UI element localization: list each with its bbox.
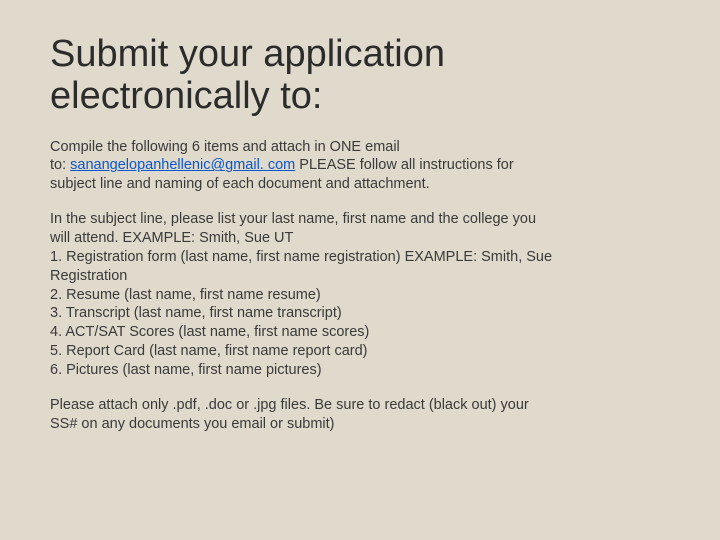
intro-line-2: to: sanangelopanhellenic@gmail. com PLEA… bbox=[50, 156, 670, 175]
item-5: 5. Report Card (last name, first name re… bbox=[50, 342, 670, 361]
item-1: 1. Registration form (last name, first n… bbox=[50, 248, 670, 267]
slide: Submit your application electronically t… bbox=[0, 0, 720, 540]
page-title: Submit your application electronically t… bbox=[50, 34, 670, 118]
intro-line-2-prefix: to: bbox=[50, 157, 70, 173]
closing-paragraph: Please attach only .pdf, .doc or .jpg fi… bbox=[50, 396, 670, 434]
subject-line-1: In the subject line, please list your la… bbox=[50, 210, 670, 229]
subject-line-2: will attend. EXAMPLE: Smith, Sue UT bbox=[50, 229, 670, 248]
item-3: 3. Transcript (last name, first name tra… bbox=[50, 304, 670, 323]
closing-line-1: Please attach only .pdf, .doc or .jpg fi… bbox=[50, 396, 670, 415]
closing-line-2: SS# on any documents you email or submit… bbox=[50, 415, 670, 434]
intro-line-2-after: PLEASE follow all instructions for bbox=[295, 157, 513, 173]
item-6: 6. Pictures (last name, first name pictu… bbox=[50, 361, 670, 380]
item-4: 4. ACT/SAT Scores (last name, first name… bbox=[50, 323, 670, 342]
item-1b: Registration bbox=[50, 267, 670, 286]
intro-paragraph: Compile the following 6 items and attach… bbox=[50, 138, 670, 195]
subject-paragraph: In the subject line, please list your la… bbox=[50, 210, 670, 380]
item-2: 2. Resume (last name, first name resume) bbox=[50, 286, 670, 305]
intro-line-3: subject line and naming of each document… bbox=[50, 175, 670, 194]
body-text: Compile the following 6 items and attach… bbox=[50, 138, 670, 434]
email-link[interactable]: sanangelopanhellenic@gmail. com bbox=[70, 157, 295, 173]
intro-line-1: Compile the following 6 items and attach… bbox=[50, 138, 670, 157]
